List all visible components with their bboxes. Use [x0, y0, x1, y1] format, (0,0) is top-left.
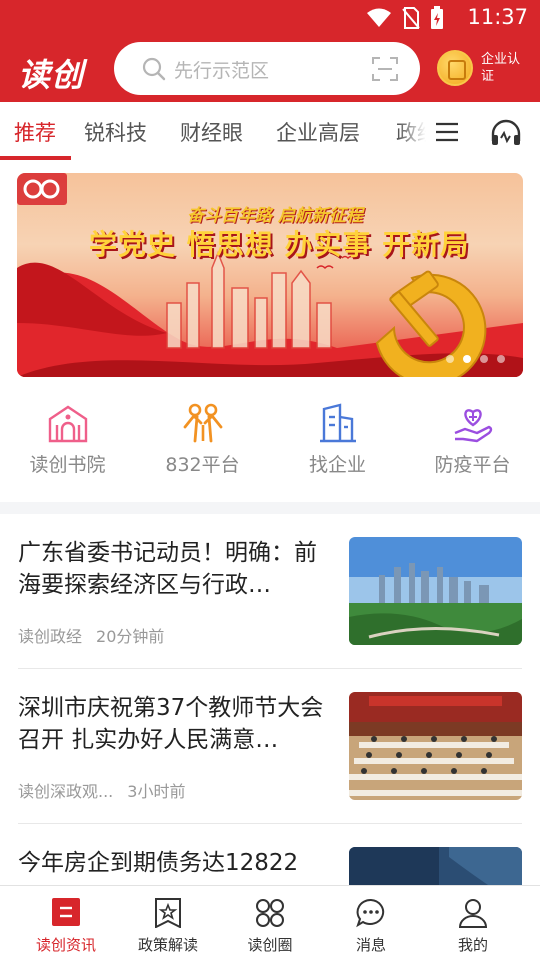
quick-entry-label: 防疫平台 [434, 454, 511, 476]
tab-executives[interactable]: 企业高层 [276, 117, 360, 147]
news-title: 深圳市庆祝第37个教师节大会召开 扎实办好人民满意… [18, 695, 324, 753]
section-divider [0, 502, 540, 514]
bottom-navigation: 读创资讯 政策解读 读创圈 消息 我的 [0, 885, 540, 960]
quick-entry-find-company[interactable]: 找企业 [270, 395, 405, 495]
news-title: 广东省委书记动员！明确：前海要探索经济区与行政… [18, 540, 317, 598]
hand-heart-icon [454, 409, 492, 443]
nav-circle[interactable]: 读创圈 [220, 886, 320, 960]
nav-policy[interactable]: 政策解读 [118, 886, 218, 960]
anniversary-emblem-icon [17, 173, 67, 205]
people-icon [183, 403, 222, 443]
enterprise-coin-icon [437, 50, 473, 86]
nav-label: 消息 [355, 936, 386, 954]
app-screen: 11:37 读创 先行示范区 企业认证 推荐 锐科技 财经眼 企业高层 政经 [0, 0, 540, 960]
profile-icon [458, 899, 488, 928]
nav-label: 读创资讯 [35, 936, 96, 954]
news-icon [52, 898, 80, 926]
app-logo: 读创 [18, 56, 85, 94]
app-header: 11:37 读创 先行示范区 企业认证 [0, 0, 540, 102]
nav-profile[interactable]: 我的 [423, 886, 523, 960]
quick-entry-grid: 读创书院 832平台 找企业 防疫平台 [0, 395, 540, 495]
news-time: 3小时前 [127, 782, 186, 801]
news-source: 读创政经 [18, 627, 83, 646]
banner-dot[interactable] [497, 355, 505, 363]
banner-dot[interactable] [446, 355, 454, 363]
menu-icon[interactable] [436, 122, 460, 142]
banner-dot[interactable] [480, 355, 488, 363]
news-time: 20分钟前 [96, 627, 165, 646]
status-time: 11:37 [467, 5, 528, 29]
quick-entry-label: 找企业 [308, 454, 366, 476]
banner-title: 学党史 悟思想 办实事 开新局 [89, 228, 470, 261]
quick-entry-label: 832平台 [165, 454, 240, 476]
circle-grid-icon [256, 899, 284, 927]
policy-star-icon [155, 898, 181, 928]
message-icon [356, 898, 385, 928]
search-bar[interactable]: 先行示范区 [114, 42, 420, 95]
channel-tabs: 推荐 锐科技 财经眼 企业高层 政经 [0, 102, 540, 162]
status-bar: 11:37 [0, 0, 540, 36]
search-icon [142, 57, 166, 81]
meeting-hall-thumbnail [349, 692, 522, 800]
promo-banner[interactable]: 奋斗百年路 启航新征程 学党史 悟思想 办实事 开新局 [17, 173, 523, 377]
quick-entry-832[interactable]: 832平台 [135, 395, 270, 495]
banner-dot-active[interactable] [463, 355, 471, 363]
nav-news[interactable]: 读创资讯 [16, 886, 116, 960]
quick-entry-academy[interactable]: 读创书院 [0, 395, 135, 495]
tab-fade-overlay [398, 102, 438, 162]
tab-recommend[interactable]: 推荐 [14, 117, 56, 147]
battery-icon [431, 6, 443, 29]
nav-label: 我的 [457, 936, 488, 954]
news-meta: 读创政经 20分钟前 [18, 623, 164, 647]
nav-messages[interactable]: 消息 [321, 886, 421, 960]
search-placeholder: 先行示范区 [174, 60, 270, 82]
status-icons [366, 6, 444, 30]
active-tab-indicator [0, 156, 71, 160]
news-meta: 读创深政观... 3小时前 [18, 778, 185, 802]
building-icon [319, 403, 356, 443]
quick-entry-label: 读创书院 [29, 454, 106, 476]
tab-tech[interactable]: 锐科技 [84, 117, 147, 147]
news-title: 今年房企到期债务达12822 [18, 850, 299, 876]
scan-icon[interactable] [372, 56, 398, 82]
enterprise-label: 企业认证 [481, 52, 521, 84]
enterprise-certification-button[interactable]: 企业认证 [437, 50, 537, 90]
news-divider [18, 668, 522, 669]
academy-icon [48, 405, 87, 443]
news-item[interactable]: 深圳市庆祝第37个教师节大会召开 扎实办好人民满意… 读创深政观... 3小时前 [18, 692, 522, 802]
wifi-icon [367, 8, 391, 27]
news-item[interactable]: 广东省委书记动员！明确：前海要探索经济区与行政… 读创政经 20分钟前 [18, 537, 522, 647]
nav-label: 读创圈 [247, 936, 293, 954]
nav-label: 政策解读 [137, 936, 198, 954]
headphones-icon[interactable] [490, 119, 522, 147]
no-sim-icon [402, 7, 420, 29]
quick-entry-epidemic[interactable]: 防疫平台 [405, 395, 540, 495]
tab-finance[interactable]: 财经眼 [180, 117, 243, 147]
news-divider [18, 823, 522, 824]
news-source: 读创深政观... [18, 782, 114, 801]
banner-pagination [446, 355, 505, 363]
city-skyline-thumbnail [349, 537, 522, 645]
